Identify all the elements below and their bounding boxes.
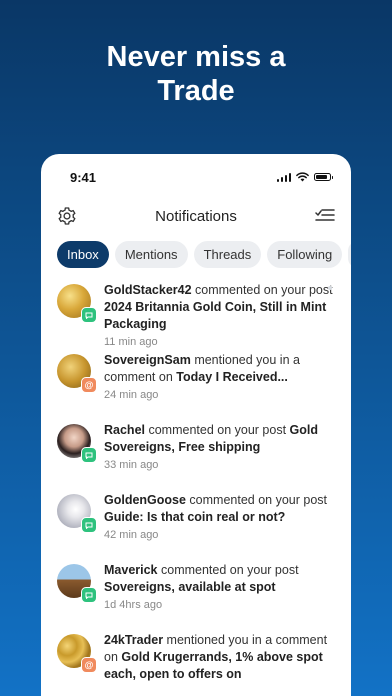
notification-action: commented on your post xyxy=(157,563,299,577)
notification-action: commented on your post xyxy=(145,423,290,437)
promo-headline-line1: Never miss a xyxy=(106,41,286,73)
notification-user: GoldStacker42 xyxy=(104,283,192,297)
notification-item[interactable]: @ 24kTrader mentioned you in a comment o… xyxy=(41,632,351,696)
notification-tabs: Inbox Mentions Threads Following xyxy=(57,241,351,268)
notification-subject: Sovereigns, available at spot xyxy=(104,580,276,594)
tab-inbox[interactable]: Inbox xyxy=(57,241,109,268)
notification-text: GoldenGoose commented on your post Guide… xyxy=(104,492,337,543)
cellular-signal-icon xyxy=(276,172,291,182)
page-title: Notifications xyxy=(155,208,237,225)
notification-item[interactable]: GoldenGoose commented on your post Guide… xyxy=(41,492,351,562)
notification-text: Maverick commented on your post Sovereig… xyxy=(104,562,337,613)
tab-mentions[interactable]: Mentions xyxy=(114,241,188,268)
notification-subject: Today I Received... xyxy=(176,370,288,384)
at-sign-icon: @ xyxy=(81,377,97,393)
avatar: @ xyxy=(57,634,97,673)
notification-subject: 2024 Britannia Gold Coin, Still in Mint … xyxy=(104,300,327,331)
notification-time: 33 min ago xyxy=(104,459,159,471)
notification-user: GoldenGoose xyxy=(104,493,186,507)
notification-item[interactable]: Maverick commented on your post Sovereig… xyxy=(41,562,351,632)
avatar xyxy=(57,564,97,603)
battery-icon xyxy=(314,173,333,181)
filter-list-icon[interactable] xyxy=(315,208,335,224)
chat-bubble-icon xyxy=(81,447,97,463)
notification-list: GoldStacker42 commented on your post 202… xyxy=(41,282,351,696)
tab-threads[interactable]: Threads xyxy=(193,241,262,268)
notification-time: 11 min ago xyxy=(104,336,158,348)
notification-text: Rachel commented on your post Gold Sover… xyxy=(104,422,337,473)
phone-screen: 9:41 Notifications Inbox Mentions Thread… xyxy=(41,154,351,696)
notification-item[interactable]: GoldStacker42 commented on your post 202… xyxy=(41,282,351,352)
notification-text: GoldStacker42 commented on your post 202… xyxy=(104,282,337,350)
notification-text: SovereignSam mentioned you in a comment … xyxy=(104,352,337,403)
notification-user: SovereignSam xyxy=(104,353,191,367)
notification-user: Maverick xyxy=(104,563,158,577)
status-bar: 9:41 xyxy=(41,154,351,198)
notification-action: commented on your post xyxy=(185,493,327,507)
notification-item[interactable]: Rachel commented on your post Gold Sover… xyxy=(41,422,351,492)
notifications-header: Notifications xyxy=(41,202,351,230)
avatar xyxy=(57,494,97,533)
chat-bubble-icon xyxy=(81,587,97,603)
notification-time: 42 min ago xyxy=(104,529,159,541)
at-sign-icon: @ xyxy=(81,657,97,673)
tab-overflow[interactable] xyxy=(348,241,351,268)
notification-user: 24kTrader xyxy=(104,633,164,647)
status-icons xyxy=(276,172,333,182)
notification-user: Rachel xyxy=(104,423,145,437)
notification-action: commented on your post xyxy=(191,283,333,297)
notification-subject: Guide: Is that coin real or not? xyxy=(104,510,286,524)
promo-headline: Never miss a Trade xyxy=(0,40,392,108)
avatar: @ xyxy=(57,354,97,393)
notification-time: 1d 4hrs ago xyxy=(104,599,163,611)
unread-indicator xyxy=(328,286,332,290)
notification-item[interactable]: @ SovereignSam mentioned you in a commen… xyxy=(41,352,351,422)
wifi-icon xyxy=(296,172,309,182)
avatar xyxy=(57,284,97,323)
notification-time: 24 min ago xyxy=(104,389,159,401)
promo-headline-line2: Trade xyxy=(157,75,235,107)
chat-bubble-icon xyxy=(81,307,97,323)
avatar xyxy=(57,424,97,463)
tab-following[interactable]: Following xyxy=(267,241,343,268)
notification-subject: Gold Krugerrands, 1% above spot each, op… xyxy=(104,650,323,681)
chat-bubble-icon xyxy=(81,517,97,533)
notification-text: 24kTrader mentioned you in a comment on … xyxy=(104,632,337,683)
status-time: 9:41 xyxy=(70,170,97,185)
